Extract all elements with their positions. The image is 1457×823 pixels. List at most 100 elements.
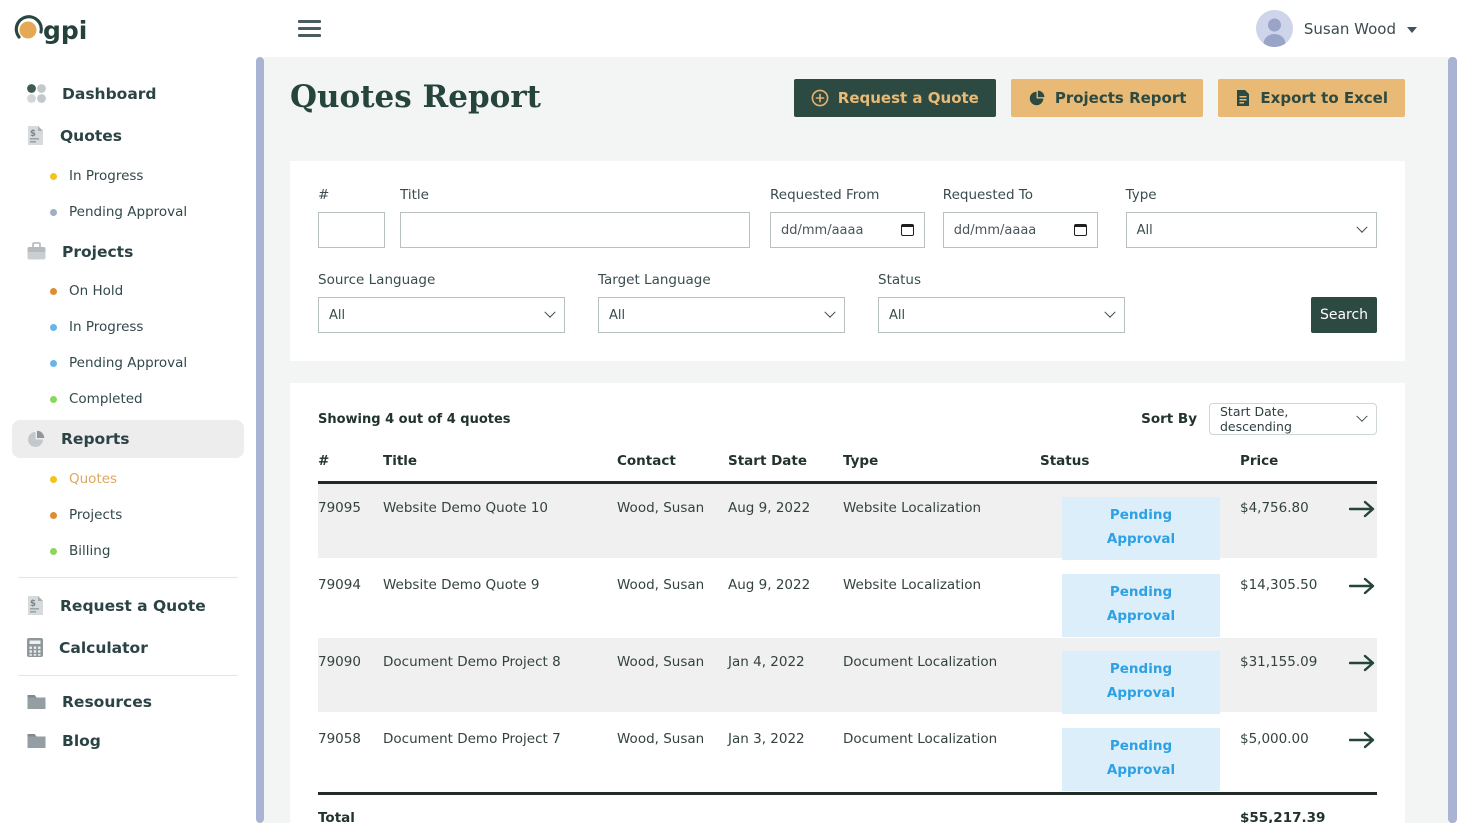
- table-row[interactable]: 79090 Document Demo Project 8 Wood, Susa…: [318, 638, 1377, 712]
- dashboard-icon: [26, 83, 47, 104]
- quote-type: Document Localization: [843, 731, 1040, 791]
- status-bullet: [50, 512, 57, 519]
- folder-icon: [26, 732, 47, 750]
- status-bullet: [50, 173, 57, 180]
- status-bullet: [50, 209, 57, 216]
- divider: [18, 577, 238, 578]
- open-quote-arrow-icon[interactable]: [1341, 731, 1377, 791]
- sidebar-item-label: Reports: [61, 430, 129, 448]
- quote-price: $14,305.50: [1240, 577, 1341, 637]
- column-header: Price: [1240, 453, 1341, 469]
- sidebar-item-label: In Progress: [69, 319, 143, 335]
- sidebar-item-projects-pending-approval[interactable]: Pending Approval: [0, 345, 256, 381]
- status-badge: Pending Approval: [1062, 651, 1220, 714]
- sidebar-item-request-a-quote[interactable]: $ Request a Quote: [12, 586, 244, 625]
- select-value: All: [1137, 223, 1153, 238]
- table-row[interactable]: 79095 Website Demo Quote 10 Wood, Susan …: [318, 484, 1377, 558]
- sidebar-item-calculator[interactable]: Calculator: [12, 628, 244, 667]
- sidebar-item-label: Pending Approval: [69, 204, 187, 220]
- status-select[interactable]: All: [878, 297, 1125, 333]
- sidebar-item-dashboard[interactable]: Dashboard: [12, 74, 244, 113]
- sidebar-item-label: Blog: [62, 732, 101, 750]
- button-label: Export to Excel: [1260, 89, 1388, 107]
- sort-select[interactable]: Start Date, descending: [1209, 403, 1377, 435]
- sidebar-item-quotes[interactable]: $ Quotes: [12, 116, 244, 155]
- user-menu[interactable]: Susan Wood: [1256, 10, 1417, 47]
- target-language-select[interactable]: All: [598, 297, 845, 333]
- pie-chart-icon: [26, 429, 46, 449]
- table-row[interactable]: 79094 Website Demo Quote 9 Wood, Susan A…: [318, 561, 1377, 635]
- quote-contact: Wood, Susan: [617, 654, 728, 714]
- page-scrollbar[interactable]: [1448, 57, 1457, 823]
- quote-title: Document Demo Project 7: [383, 731, 617, 791]
- sidebar-item-quotes-in-progress[interactable]: In Progress: [0, 158, 256, 194]
- folder-icon: [26, 693, 47, 711]
- open-quote-arrow-icon[interactable]: [1341, 654, 1377, 714]
- open-quote-arrow-icon[interactable]: [1341, 500, 1377, 560]
- sidebar-item-blog[interactable]: Blog: [12, 723, 244, 759]
- number-filter-input[interactable]: [318, 212, 385, 248]
- type-filter-label: Type: [1126, 187, 1377, 203]
- sidebar-item-label: Projects: [69, 507, 122, 523]
- quote-start-date: Jan 4, 2022: [728, 654, 843, 714]
- sidebar-item-reports-quotes[interactable]: Quotes: [0, 461, 256, 497]
- requested-to-date-input[interactable]: dd/mm/aaaa: [943, 212, 1098, 248]
- calendar-icon[interactable]: [1074, 224, 1087, 236]
- status-bullet: [50, 476, 57, 483]
- sidebar-item-quotes-pending-approval[interactable]: Pending Approval: [0, 194, 256, 230]
- select-value: All: [609, 308, 625, 323]
- requested-from-date-input[interactable]: dd/mm/aaaa: [770, 212, 925, 248]
- sidebar-item-projects[interactable]: Projects: [12, 233, 244, 270]
- gpi-logo-icon: gpi: [14, 11, 98, 47]
- svg-text:$: $: [30, 129, 36, 139]
- search-button[interactable]: Search: [1311, 297, 1377, 333]
- sidebar-item-label: Calculator: [59, 639, 148, 657]
- results-summary: Showing 4 out of 4 quotes: [318, 412, 511, 427]
- quote-price: $4,756.80: [1240, 500, 1341, 560]
- page-title: Quotes Report: [290, 77, 541, 117]
- quote-id: 79090: [318, 654, 383, 714]
- requested-from-label: Requested From: [770, 187, 925, 203]
- calendar-icon[interactable]: [901, 224, 914, 236]
- title-filter-input[interactable]: [400, 212, 750, 248]
- quote-start-date: Jan 3, 2022: [728, 731, 843, 791]
- user-silhouette-icon: [1256, 13, 1293, 47]
- column-header: #: [318, 453, 383, 469]
- hamburger-menu-icon[interactable]: [296, 12, 323, 45]
- sidebar-item-projects-completed[interactable]: Completed: [0, 381, 256, 417]
- status-bullet: [50, 396, 57, 403]
- plus-circle-icon: [811, 89, 829, 107]
- sidebar-item-reports-billing[interactable]: Billing: [0, 533, 256, 569]
- sidebar-item-label: Billing: [69, 543, 110, 559]
- table-row[interactable]: 79058 Document Demo Project 7 Wood, Susa…: [318, 715, 1377, 789]
- calculator-icon: [26, 637, 44, 658]
- sidebar-scrollbar[interactable]: [256, 57, 264, 823]
- select-value: Start Date, descending: [1220, 404, 1358, 434]
- divider: [18, 675, 238, 676]
- quote-id: 79058: [318, 731, 383, 791]
- sidebar-item-reports[interactable]: Reports: [12, 420, 244, 458]
- source-language-select[interactable]: All: [318, 297, 565, 333]
- sidebar-item-projects-in-progress[interactable]: In Progress: [0, 309, 256, 345]
- quote-type: Document Localization: [843, 654, 1040, 714]
- type-select[interactable]: All: [1126, 212, 1377, 248]
- status-badge: Pending Approval: [1062, 574, 1220, 637]
- quotes-table-panel: Showing 4 out of 4 quotes Sort By Start …: [290, 383, 1405, 823]
- sidebar-item-reports-projects[interactable]: Projects: [0, 497, 256, 533]
- chevron-down-icon: [824, 307, 835, 318]
- projects-report-button[interactable]: Projects Report: [1011, 79, 1204, 117]
- date-placeholder: dd/mm/aaaa: [954, 223, 1036, 238]
- column-header: Contact: [617, 453, 728, 469]
- table-header-row: # Title Contact Start Date Type Status P…: [318, 445, 1377, 484]
- quote-start-date: Aug 9, 2022: [728, 577, 843, 637]
- export-to-excel-button[interactable]: Export to Excel: [1218, 79, 1405, 117]
- request-a-quote-button[interactable]: Request a Quote: [794, 79, 996, 117]
- status-badge: Pending Approval: [1062, 728, 1220, 791]
- sidebar-item-resources[interactable]: Resources: [12, 684, 244, 720]
- logo[interactable]: gpi: [0, 11, 264, 47]
- sidebar-item-projects-on-hold[interactable]: On Hold: [0, 273, 256, 309]
- chevron-down-icon: [1356, 222, 1367, 233]
- open-quote-arrow-icon[interactable]: [1341, 577, 1377, 637]
- briefcase-icon: [26, 242, 47, 261]
- quote-title: Website Demo Quote 9: [383, 577, 617, 637]
